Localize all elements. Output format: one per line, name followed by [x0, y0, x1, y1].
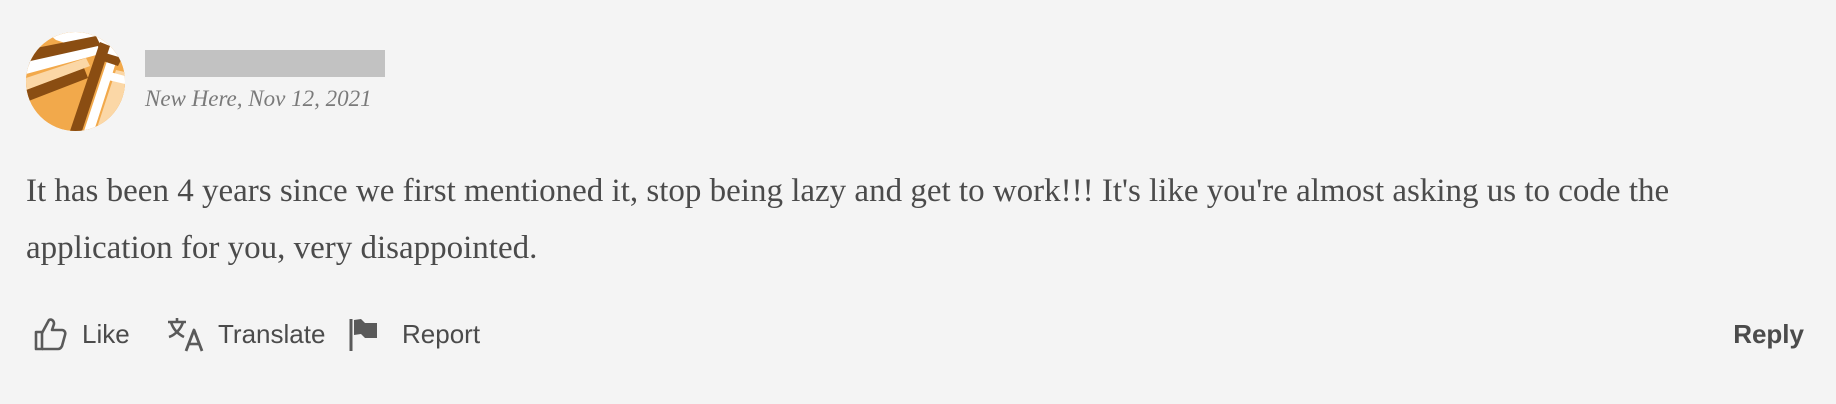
post-body: It has been 4 years since we first menti… — [26, 173, 1670, 266]
thumbs-up-icon — [30, 314, 70, 354]
flag-icon — [344, 314, 384, 354]
translate-button[interactable]: Translate — [166, 308, 325, 360]
reply-button[interactable]: Reply — [1733, 308, 1804, 360]
reply-label: Reply — [1733, 318, 1804, 349]
report-label: Report — [402, 318, 481, 349]
avatar[interactable] — [26, 32, 125, 131]
translate-icon — [166, 314, 206, 354]
like-button[interactable]: Like — [30, 308, 130, 360]
post-actions-bar: Like Translate Report Reply — [0, 308, 1836, 360]
author-name-redacted[interactable] — [145, 50, 385, 77]
forum-post: New Here, Nov 12, 2021 It has been 4 yea… — [0, 0, 1836, 404]
author-rank-and-date: New Here, Nov 12, 2021 — [145, 86, 372, 111]
avatar-image — [26, 32, 125, 131]
report-button[interactable]: Report — [344, 308, 480, 360]
like-label: Like — [82, 318, 130, 349]
translate-label: Translate — [218, 318, 326, 349]
